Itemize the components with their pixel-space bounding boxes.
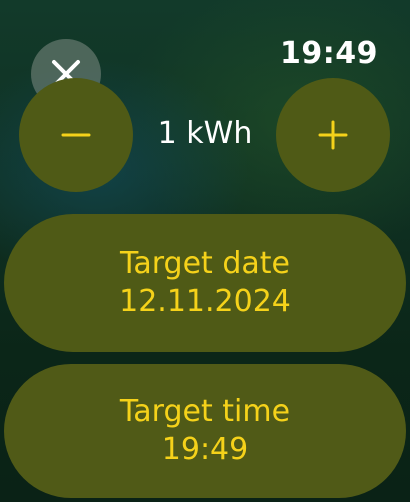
target-time-label: Target time [119, 394, 291, 429]
target-time-value: 19:49 [161, 432, 249, 467]
target-date-button[interactable]: Target date 12.11.2024 [4, 214, 406, 352]
increase-button[interactable] [276, 78, 390, 192]
target-date-value: 12.11.2024 [119, 284, 291, 319]
status-time: 19:49 [280, 36, 378, 71]
target-time-button[interactable]: Target time 19:49 [4, 364, 406, 498]
target-date-label: Target date [120, 246, 290, 281]
plus-icon [318, 120, 348, 150]
